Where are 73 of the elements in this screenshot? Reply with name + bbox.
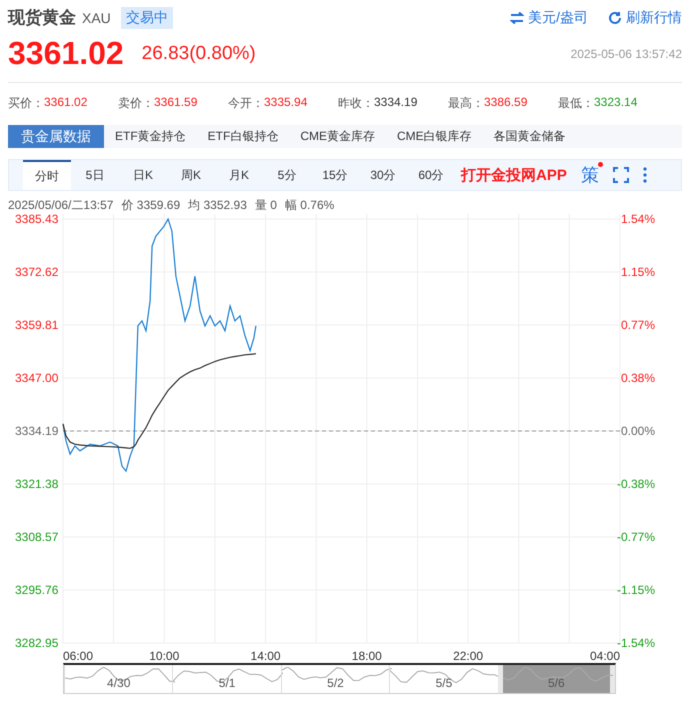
current-price: 3361.02 <box>8 35 124 72</box>
timestamp: 2025-05-06 13:57:42 <box>570 46 682 60</box>
info-text: 均 3352.93 <box>188 197 247 214</box>
axis-label: 10:00 <box>149 649 180 663</box>
period-tab[interactable]: 5日 <box>71 160 119 190</box>
info-text: 价 3359.69 <box>121 197 180 214</box>
data-tab[interactable]: 贵金属数据 <box>8 125 104 148</box>
stat-label: 卖价： <box>118 95 154 112</box>
axis-label: 3334.19 <box>15 424 58 438</box>
period-tab[interactable]: 日K <box>119 160 167 190</box>
axis-label: -1.15% <box>616 583 655 597</box>
period-tab[interactable]: 月K <box>215 160 263 190</box>
axis-label: 3308.57 <box>15 530 58 544</box>
stat-value: 3361.02 <box>44 95 88 111</box>
axis-label: 3359.81 <box>15 318 58 332</box>
date-range-segment[interactable]: 5/2 <box>280 665 390 693</box>
period-tab[interactable]: 分时 <box>23 160 71 190</box>
stat-label: 最高： <box>448 95 484 112</box>
symbol-label: XAU <box>82 10 111 26</box>
info-text: 2025/05/06/二13:57 <box>8 197 114 214</box>
axis-label: 3321.38 <box>15 477 58 491</box>
data-tab[interactable]: ETF黄金持仓 <box>104 125 197 148</box>
strategy-button[interactable]: 策 <box>580 163 599 187</box>
axis-label: 3385.43 <box>15 214 58 226</box>
app-link[interactable]: 打开金投网APP <box>461 166 567 184</box>
page-title: 现货黄金 <box>8 7 76 29</box>
stat-value: 3386.59 <box>484 95 528 111</box>
stat-label: 今开： <box>228 95 264 112</box>
axis-label: 3295.76 <box>15 583 58 597</box>
stat-label: 昨收： <box>338 95 374 112</box>
info-text: 量 0 <box>254 197 277 214</box>
period-tab[interactable]: 5分 <box>263 160 311 190</box>
stat-label: 最低： <box>558 95 594 112</box>
period-tab[interactable]: 15分 <box>311 160 359 190</box>
more-icon[interactable] <box>642 167 647 183</box>
refresh-icon <box>608 10 622 24</box>
axis-label: 1.54% <box>620 214 655 226</box>
axis-label: -0.38% <box>616 477 655 491</box>
fullscreen-icon[interactable] <box>612 167 629 183</box>
stat-label: 买价： <box>8 95 44 112</box>
date-range-segment[interactable]: 5/1 <box>172 665 281 693</box>
stat-value: 3334.19 <box>374 95 418 111</box>
axis-label: 18:00 <box>352 649 382 663</box>
axis-label: 22:00 <box>453 649 484 663</box>
period-tab[interactable]: 30分 <box>359 160 407 190</box>
swap-icon <box>510 12 524 24</box>
stat-value: 3323.14 <box>594 95 638 111</box>
status-tag: 交易中 <box>120 6 173 28</box>
price-change: 26.83(0.80%) <box>142 42 256 64</box>
axis-label: 3372.62 <box>15 265 58 279</box>
axis-label: 3282.95 <box>15 636 58 650</box>
refresh-link[interactable]: 刷新行情 <box>608 8 682 26</box>
stat-value: 3335.94 <box>264 95 308 111</box>
axis-label: 3347.00 <box>15 371 58 385</box>
period-tab[interactable]: 60分 <box>407 160 455 190</box>
axis-label: 0.77% <box>620 318 655 332</box>
data-tab[interactable]: CME白银库存 <box>386 125 483 148</box>
axis-label: -0.77% <box>616 530 655 544</box>
axis-label: 04:00 <box>590 649 620 663</box>
axis-label: -1.54% <box>616 636 655 650</box>
unit-link[interactable]: 美元/盎司 <box>510 8 588 26</box>
data-tab[interactable]: 各国黄金储备 <box>482 125 577 148</box>
axis-label: 0.38% <box>620 371 655 385</box>
axis-label: 0.00% <box>620 424 655 438</box>
info-text: 幅 0.76% <box>284 197 334 214</box>
data-tab[interactable]: CME黄金库存 <box>289 125 386 148</box>
axis-label: 14:00 <box>250 649 281 663</box>
period-tab[interactable]: 周K <box>167 160 215 190</box>
axis-label: 1.15% <box>620 265 655 279</box>
date-range-segment[interactable]: 4/30 <box>64 665 172 693</box>
stat-value: 3361.59 <box>154 95 198 111</box>
data-tab[interactable]: ETF白银持仓 <box>196 125 290 148</box>
axis-label: 06:00 <box>63 649 94 663</box>
